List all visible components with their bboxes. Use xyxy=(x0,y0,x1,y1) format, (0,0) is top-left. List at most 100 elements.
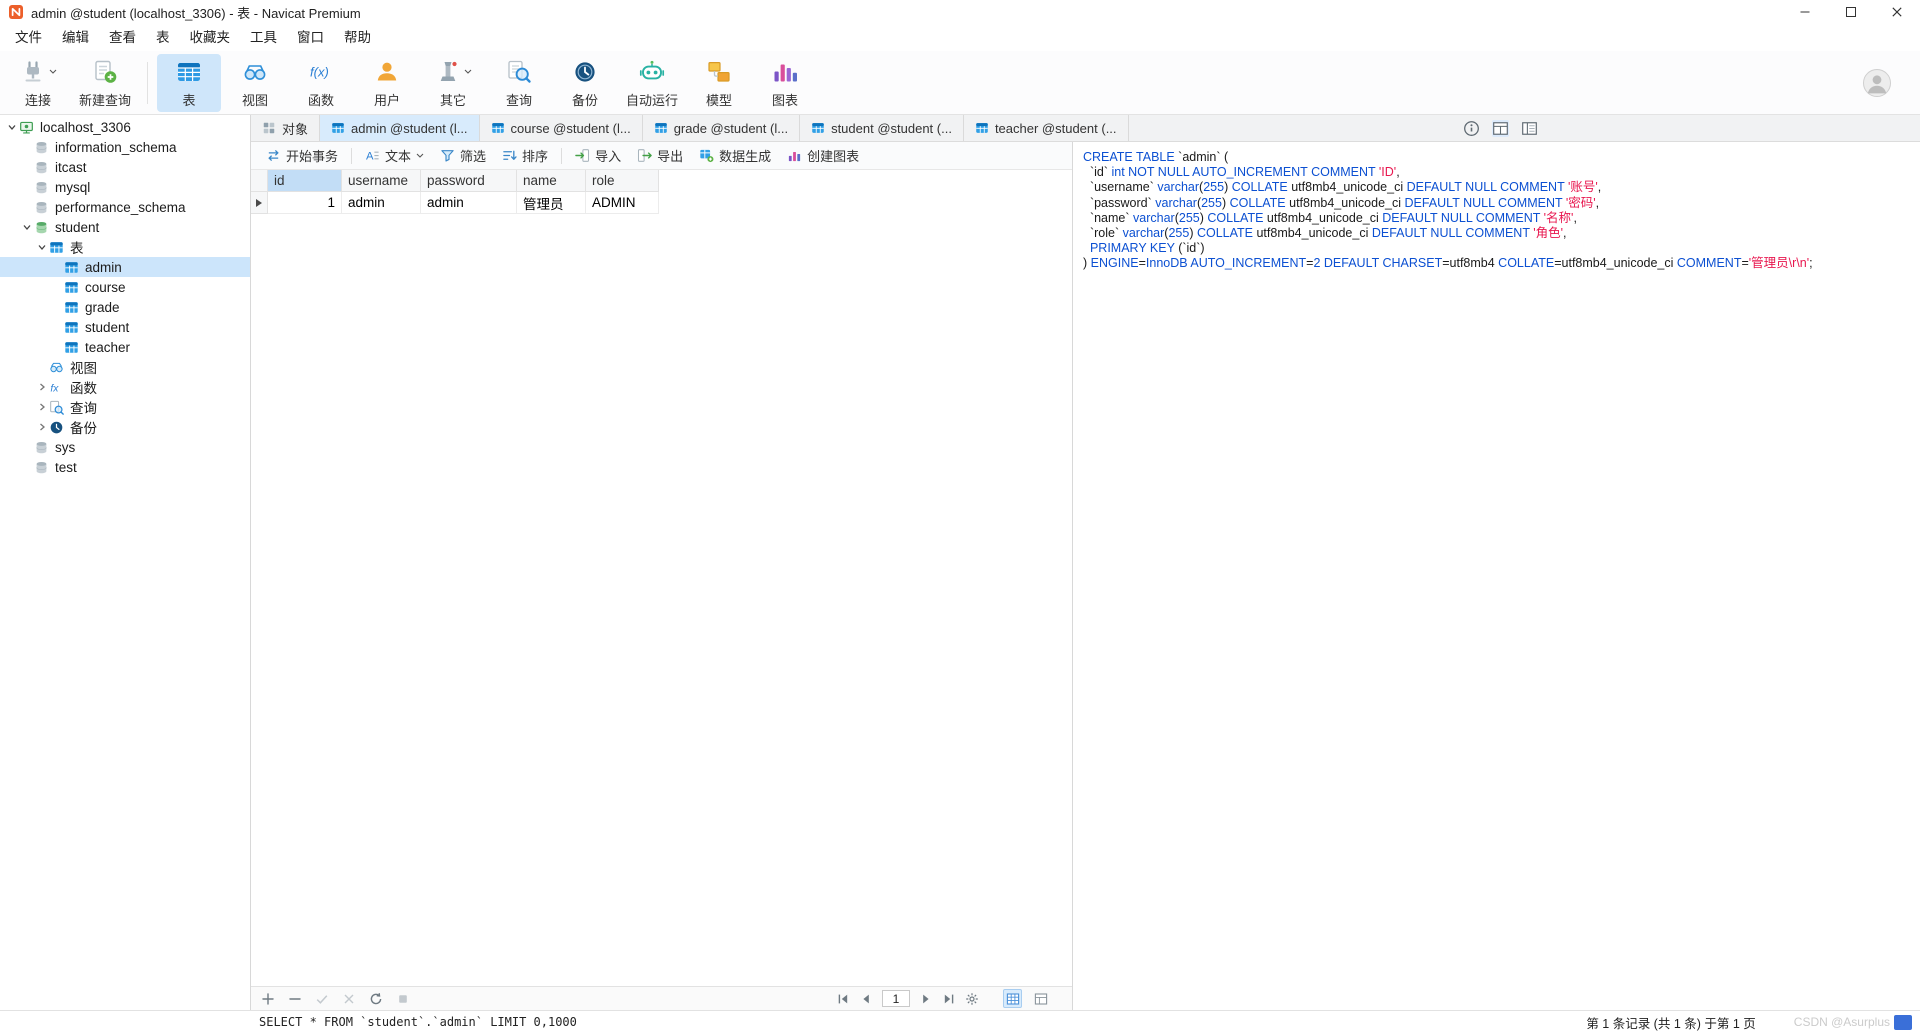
tab-student[interactable]: student @student (... xyxy=(800,115,964,141)
delete-record-button[interactable] xyxy=(288,992,302,1006)
toolbar-button-label: 用户 xyxy=(374,92,401,108)
tab-teacher[interactable]: teacher @student (... xyxy=(964,115,1129,141)
toolbar-other-button[interactable]: 其它 xyxy=(421,54,485,112)
export-button[interactable]: 导出 xyxy=(630,145,690,167)
toolbar-connection-button[interactable]: 连接 xyxy=(6,54,70,112)
expander[interactable] xyxy=(34,421,49,433)
preview-grid-button[interactable] xyxy=(1492,119,1509,137)
tab-label: teacher @student (... xyxy=(994,120,1117,136)
toolbar-model-button[interactable]: 模型 xyxy=(687,54,751,112)
last-page-button[interactable] xyxy=(942,992,956,1006)
menubar: 文件 编辑 查看表收藏夹 工具 窗口 帮助 xyxy=(0,24,1920,51)
expander[interactable] xyxy=(19,221,34,233)
menu-item-5[interactable]: 工具 xyxy=(240,24,287,51)
column-header-username[interactable]: username xyxy=(342,170,421,192)
toolbar-automation-button[interactable]: 自动运行 xyxy=(619,54,685,112)
user-avatar[interactable] xyxy=(1862,68,1892,98)
refresh-button[interactable] xyxy=(369,992,383,1006)
toolbar-query-button[interactable]: 查询 xyxy=(487,54,551,112)
tree-item-db-performance-schema[interactable]: performance_schema xyxy=(0,197,250,217)
expander[interactable] xyxy=(34,241,49,253)
tab-admin[interactable]: admin @student (l... xyxy=(320,115,480,141)
tree-item-table-teacher[interactable]: teacher xyxy=(0,337,250,357)
preview-form-button[interactable] xyxy=(1521,120,1538,137)
preview-info-button[interactable] xyxy=(1463,120,1480,137)
toolbar-table-button[interactable]: 表 xyxy=(157,53,222,112)
page-number-input[interactable] xyxy=(882,990,910,1007)
create-chart-button[interactable]: 创建图表 xyxy=(780,145,866,167)
prev-page-button[interactable] xyxy=(859,992,873,1006)
expander[interactable] xyxy=(34,401,49,413)
expander[interactable] xyxy=(34,381,49,393)
menu-item-4[interactable]: 收藏夹 xyxy=(180,24,241,51)
tree-item-views-folder[interactable]: 视图 xyxy=(0,357,250,377)
text-mode-button[interactable]: A 文本 xyxy=(358,145,431,167)
cell-password[interactable]: admin xyxy=(421,192,517,214)
first-page-button[interactable] xyxy=(836,992,850,1006)
tree-item-table-grade[interactable]: grade xyxy=(0,297,250,317)
tree-item-table-course[interactable]: course xyxy=(0,277,250,297)
svg-text:f(x): f(x) xyxy=(310,64,329,79)
close-button[interactable] xyxy=(1874,0,1920,24)
tree-item-db-test[interactable]: test xyxy=(0,457,250,477)
column-header-name[interactable]: name xyxy=(517,170,586,192)
menu-item-1[interactable]: 编辑 xyxy=(52,24,99,51)
filter-button[interactable]: 筛选 xyxy=(433,145,493,167)
tree-item-db-itcast[interactable]: itcast xyxy=(0,157,250,177)
toolbar-backup-button[interactable]: 备份 xyxy=(553,54,617,112)
discard-changes-button[interactable] xyxy=(342,992,356,1006)
tree-item-db-sys[interactable]: sys xyxy=(0,437,250,457)
tree-item-backups-folder[interactable]: 备份 xyxy=(0,417,250,437)
form-view-toggle[interactable] xyxy=(1031,989,1050,1008)
toolbar-view-button[interactable]: 视图 xyxy=(223,54,287,112)
tree-item-table-student[interactable]: student xyxy=(0,317,250,337)
minimize-button[interactable] xyxy=(1782,0,1828,24)
column-header-id[interactable]: id xyxy=(268,170,342,192)
tree-item-db-information-schema[interactable]: information_schema xyxy=(0,137,250,157)
toolbar-chart-button[interactable]: 图表 xyxy=(753,54,817,112)
cell-username[interactable]: admin xyxy=(342,192,421,214)
tabs: 对象 admin @student (l... course @student (l… xyxy=(251,115,1129,141)
apply-changes-button[interactable] xyxy=(315,992,329,1006)
toolbar-user-button[interactable]: 用户 xyxy=(355,54,419,112)
expander[interactable] xyxy=(4,121,19,133)
menu-item-7[interactable]: 帮助 xyxy=(334,24,381,51)
tab-grade[interactable]: grade @student (l... xyxy=(643,115,801,141)
cell-role[interactable]: ADMIN xyxy=(586,192,659,214)
grid-view-toggle[interactable] xyxy=(1003,989,1022,1008)
tree-item-functions-folder[interactable]: fx 函数 xyxy=(0,377,250,397)
column-header-password[interactable]: password xyxy=(421,170,517,192)
tab-objects[interactable]: 对象 xyxy=(251,115,321,141)
tree-item-queries-folder[interactable]: 查询 xyxy=(0,397,250,417)
tree-item-db-student[interactable]: student xyxy=(0,217,250,237)
begin-transaction-button[interactable]: 开始事务 xyxy=(259,145,345,167)
tree-item-table-admin[interactable]: admin xyxy=(0,257,250,277)
tree-item-db-mysql[interactable]: mysql xyxy=(0,177,250,197)
add-record-button[interactable] xyxy=(261,992,275,1006)
tab-course[interactable]: course @student (l... xyxy=(480,115,643,141)
column-header-role[interactable]: role xyxy=(586,170,659,192)
stop-button[interactable] xyxy=(396,992,410,1006)
datagen-icon xyxy=(699,148,714,163)
menu-item-2[interactable]: 查看 xyxy=(99,24,146,51)
toolbar-button-label: 查询 xyxy=(506,92,533,108)
toolbar-function-button[interactable]: f(x) 函数 xyxy=(289,54,353,112)
tree-item-connection-localhost-3306[interactable]: localhost_3306 xyxy=(0,117,250,137)
maximize-button[interactable] xyxy=(1828,0,1874,24)
conn-green-icon xyxy=(19,120,34,135)
cell-id[interactable]: 1 xyxy=(268,192,342,214)
cell-name[interactable]: 管理员 xyxy=(517,192,586,214)
data-generation-button[interactable]: 数据生成 xyxy=(692,145,778,167)
toolbar-new-query-button[interactable]: 新建查询 xyxy=(72,54,138,112)
sort-button[interactable]: 排序 xyxy=(495,145,555,167)
next-page-button[interactable] xyxy=(919,992,933,1006)
menu-item-0[interactable]: 文件 xyxy=(5,24,52,51)
tree-item-tables-folder[interactable]: 表 xyxy=(0,237,250,257)
chevron-down-icon xyxy=(7,122,17,132)
row-marker[interactable] xyxy=(251,192,268,214)
menu-item-6[interactable]: 窗口 xyxy=(287,24,334,51)
menu-item-3[interactable]: 表 xyxy=(146,24,180,51)
table-s-icon xyxy=(491,121,505,135)
settings-button[interactable] xyxy=(965,992,979,1006)
import-button[interactable]: 导入 xyxy=(568,145,628,167)
